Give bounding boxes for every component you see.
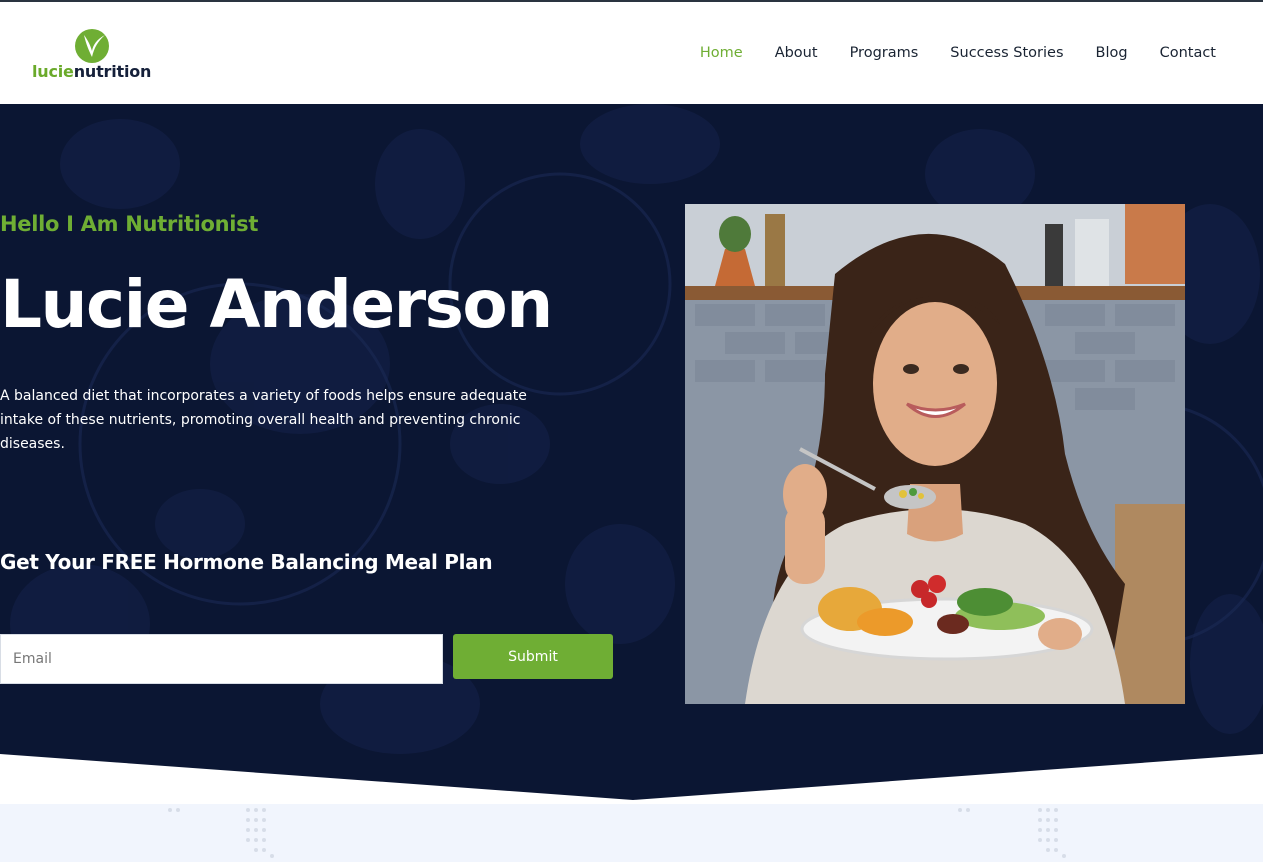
nutritionist-photo <box>685 204 1185 704</box>
leaf-logo-icon <box>75 29 109 63</box>
nav-programs[interactable]: Programs <box>850 45 919 61</box>
dot-pattern <box>168 808 1066 858</box>
cta-title: Get Your FREE Hormone Balancing Meal Pla… <box>0 550 493 574</box>
nav-contact[interactable]: Contact <box>1160 45 1216 61</box>
logo[interactable]: lucienutrition <box>32 26 172 86</box>
brand-part2: nutrition <box>73 62 152 81</box>
next-section <box>0 804 1263 862</box>
nav-about[interactable]: About <box>775 45 818 61</box>
logo-text: lucienutrition <box>32 62 151 81</box>
site-header: lucienutrition Home About Programs Succe… <box>0 2 1263 104</box>
hero-section: Hello I Am Nutritionist Lucie Anderson A… <box>0 104 1263 804</box>
nav-blog[interactable]: Blog <box>1096 45 1128 61</box>
hero-bottom-shape <box>0 754 1263 804</box>
submit-button[interactable]: Submit <box>453 634 613 679</box>
hero-name: Lucie Anderson <box>0 266 553 343</box>
email-input[interactable] <box>0 634 443 684</box>
nav-home[interactable]: Home <box>700 45 743 61</box>
hero-description: A balanced diet that incorporates a vari… <box>0 388 527 452</box>
brand-part1: lucie <box>32 62 74 81</box>
main-nav: Home About Programs Success Stories Blog… <box>700 45 1216 61</box>
nav-success-stories[interactable]: Success Stories <box>950 45 1063 61</box>
hero-greeting: Hello I Am Nutritionist <box>0 212 259 236</box>
